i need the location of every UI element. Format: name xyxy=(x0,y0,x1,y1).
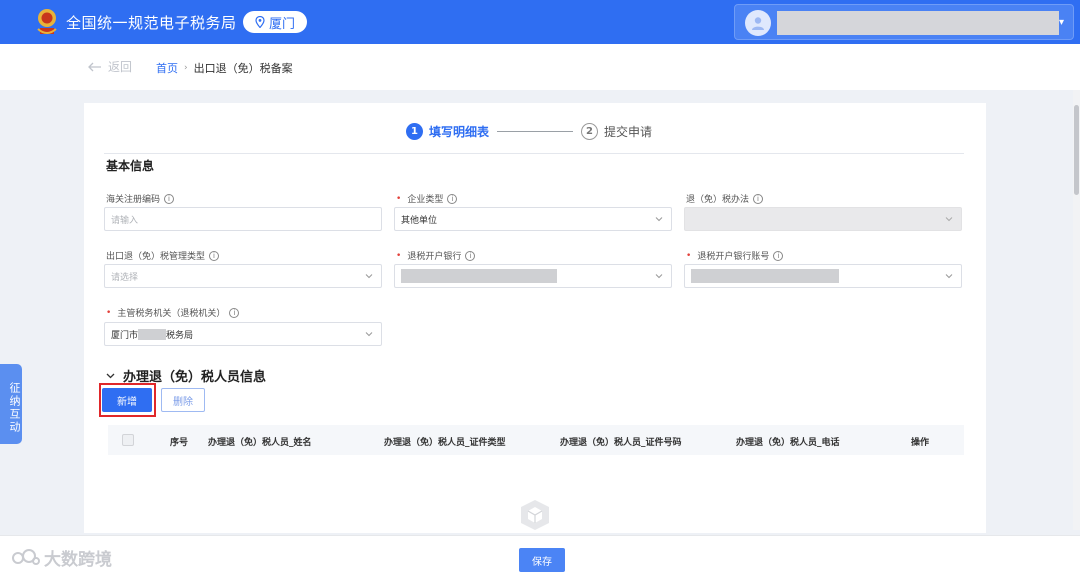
info-icon[interactable]: i xyxy=(447,193,458,204)
step-connector xyxy=(497,131,574,132)
avatar-icon xyxy=(745,10,771,36)
chevron-down-icon: ▾ xyxy=(1059,17,1065,28)
back-label: 返回 xyxy=(108,60,133,74)
refund-account-select[interactable] xyxy=(684,264,962,288)
save-button[interactable]: 保存 xyxy=(519,548,565,572)
user-menu[interactable]: ▾ xyxy=(734,4,1074,40)
mgmt-type-select[interactable]: 请选择 xyxy=(104,264,382,288)
user-name-redacted xyxy=(777,11,1059,35)
column-header: 办理退（免）税人员_姓名 xyxy=(208,438,312,448)
footer-bar: 大数跨境 保存 xyxy=(0,535,1080,580)
refund-account-label: • 退税开户银行账号 i xyxy=(686,249,784,262)
add-button[interactable]: 新增 xyxy=(102,388,152,412)
info-icon[interactable]: i xyxy=(465,250,476,261)
breadcrumb: 首页 › 出口退（免）税备案 xyxy=(156,60,293,76)
chevron-down-icon xyxy=(655,217,663,222)
column-header: 序号 xyxy=(170,438,189,448)
enterprise-type-select[interactable]: 其他单位 xyxy=(394,207,672,231)
breadcrumb-separator: › xyxy=(184,63,188,73)
step-indicator: 1 填写明细表 2 提交申请 xyxy=(406,123,652,140)
section-divider xyxy=(104,153,964,154)
info-icon[interactable]: i xyxy=(209,250,220,261)
chevron-down-icon xyxy=(365,332,373,337)
column-header: 操作 xyxy=(911,438,930,448)
location-pin-icon xyxy=(255,16,265,28)
app-title: 全国统一规范电子税务局 xyxy=(66,14,237,32)
watermark-logo-icon xyxy=(12,548,40,565)
refund-bank-redacted xyxy=(401,269,557,283)
form-card: 1 填写明细表 2 提交申请 基本信息 海关注册编码 i 请输入 • 企业类型 i… xyxy=(84,103,986,533)
chevron-down-icon xyxy=(655,274,663,279)
breadcrumb-bar: 返回 首页 › 出口退（免）税备案 xyxy=(0,44,1080,90)
tax-authority-select[interactable]: 厦门市 税务局 xyxy=(104,322,382,346)
watermark: 大数跨境 xyxy=(10,545,112,570)
tax-authority-redacted xyxy=(138,328,167,340)
column-header: 办理退（免）税人员_电话 xyxy=(736,438,840,448)
customs-code-input[interactable]: 请输入 xyxy=(104,207,382,231)
step-1-label: 填写明细表 xyxy=(429,125,490,139)
emblem-icon xyxy=(37,9,57,34)
mgmt-type-label: 出口退（免）税管理类型 i xyxy=(106,249,220,262)
chevron-down-icon xyxy=(365,274,373,279)
column-header: 办理退（免）税人员_证件类型 xyxy=(384,438,506,448)
breadcrumb-home-link[interactable]: 首页 xyxy=(156,60,178,76)
refund-bank-select[interactable] xyxy=(394,264,672,288)
watermark-text: 大数跨境 xyxy=(44,550,112,570)
city-selector[interactable]: 厦门 xyxy=(243,11,307,33)
city-label: 厦门 xyxy=(268,16,295,32)
refund-method-select[interactable] xyxy=(684,207,962,231)
step-2-number: 2 xyxy=(581,123,599,140)
chevron-down-icon xyxy=(945,274,953,279)
delete-button[interactable]: 删除 xyxy=(161,388,205,412)
personnel-table-header: 序号 办理退（免）税人员_姓名 办理退（免）税人员_证件类型 办理退（免）税人员… xyxy=(108,425,964,455)
info-icon[interactable]: i xyxy=(753,193,764,204)
back-button[interactable]: 返回 xyxy=(88,58,132,75)
info-icon[interactable]: i xyxy=(164,193,175,204)
section-title-basic-info: 基本信息 xyxy=(106,159,155,173)
interaction-side-tab[interactable]: 征纳互动 xyxy=(0,364,22,444)
step-1-number: 1 xyxy=(406,123,423,140)
chevron-down-icon xyxy=(106,373,115,379)
scrollbar-thumb[interactable] xyxy=(1074,105,1079,195)
enterprise-type-value: 其他单位 xyxy=(401,215,438,226)
info-icon[interactable]: i xyxy=(773,250,784,261)
select-all-checkbox[interactable] xyxy=(122,434,134,446)
chevron-down-icon xyxy=(945,217,953,222)
step-2-label: 提交申请 xyxy=(604,125,653,139)
customs-code-label: 海关注册编码 i xyxy=(106,192,175,205)
column-header: 办理退（免）税人员_证件号码 xyxy=(560,438,682,448)
refund-account-redacted xyxy=(691,269,839,283)
top-bar: 全国统一规范电子税务局 厦门 ▾ xyxy=(0,0,1080,44)
empty-box-icon xyxy=(521,500,549,530)
enterprise-type-label: • 企业类型 i xyxy=(396,192,458,205)
breadcrumb-current: 出口退（免）税备案 xyxy=(193,62,293,75)
tax-authority-label: • 主管税务机关（退税机关） i xyxy=(106,306,240,319)
info-icon[interactable]: i xyxy=(229,307,240,318)
arrow-left-icon xyxy=(88,62,101,71)
refund-method-label: 退（免）税办法 i xyxy=(686,192,764,205)
refund-bank-label: • 退税开户银行 i xyxy=(396,249,476,262)
